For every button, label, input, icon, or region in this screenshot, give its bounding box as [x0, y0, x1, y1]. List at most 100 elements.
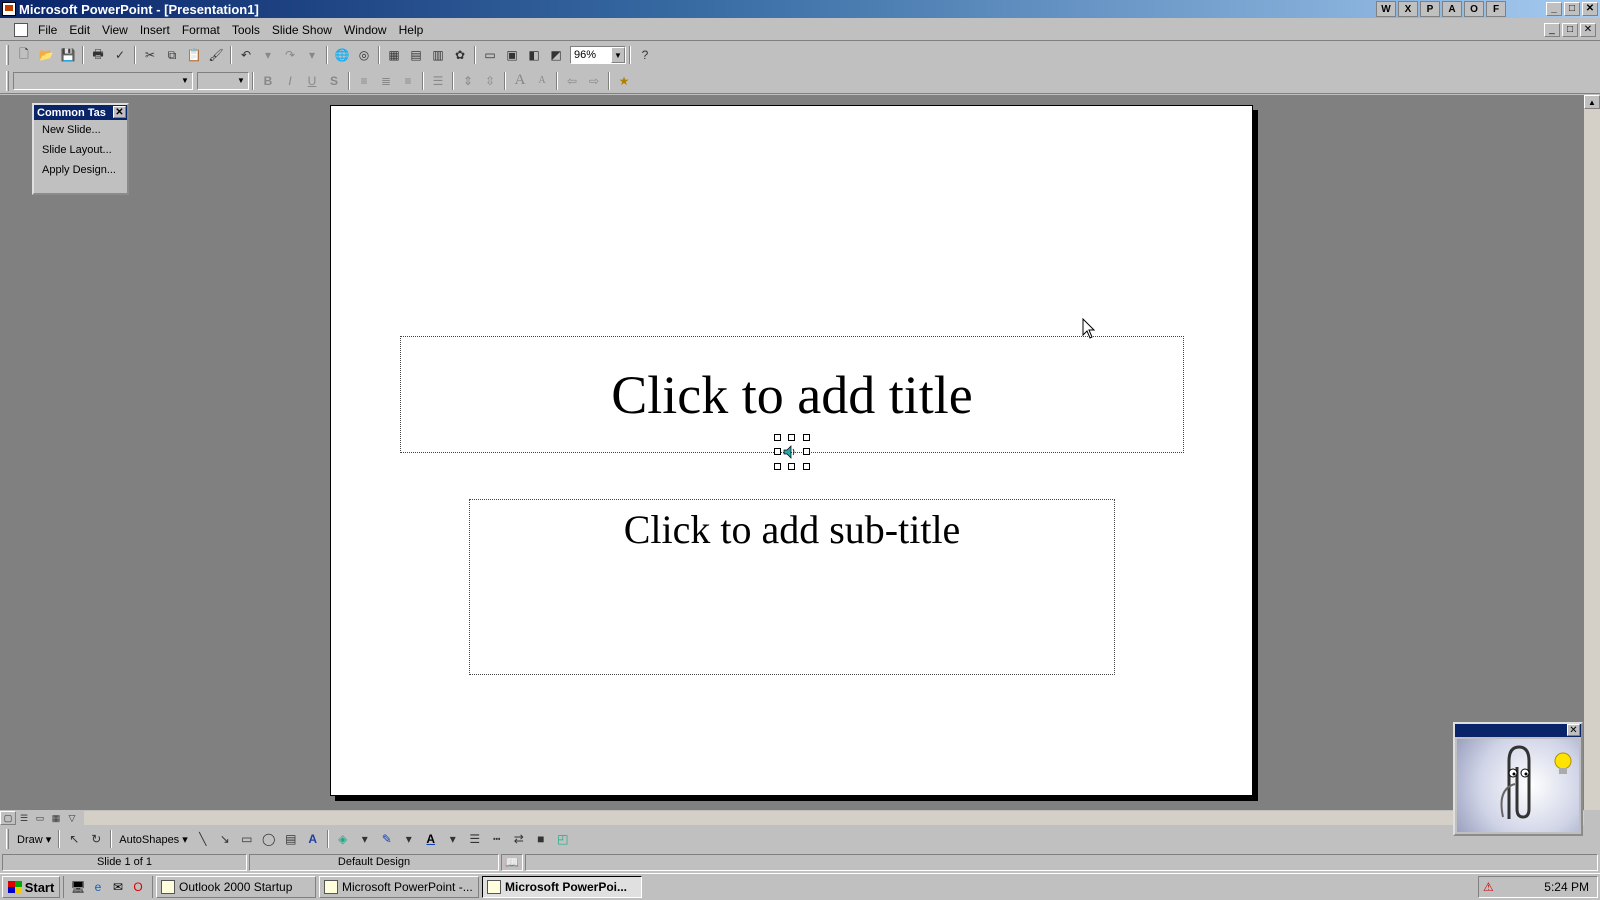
subtitle-placeholder[interactable]: Click to add sub-title	[469, 499, 1115, 675]
apply-design-button[interactable]: Apply Design...	[34, 160, 127, 180]
redo-dropdown-icon[interactable]: ▾	[301, 45, 323, 65]
office-shortcut-access-icon[interactable]: A	[1442, 1, 1462, 17]
text-box-icon[interactable]: ▤	[280, 829, 302, 849]
bold-button[interactable]: B	[257, 71, 279, 91]
menu-format[interactable]: Format	[176, 23, 226, 37]
sound-object[interactable]	[774, 434, 810, 470]
decrease-paragraph-spacing-icon[interactable]: ⇳	[479, 71, 501, 91]
3d-icon[interactable]: ◰	[552, 829, 574, 849]
tray-status-icon[interactable]: ⚠	[1483, 880, 1494, 894]
toolbar-grip[interactable]	[6, 70, 9, 91]
fill-color-dropdown-icon[interactable]: ▾	[354, 829, 376, 849]
zoom-dropdown-icon[interactable]: ▼	[611, 47, 625, 63]
vertical-scrollbar[interactable]: ▲	[1584, 95, 1600, 810]
copy-icon[interactable]: ⧉	[161, 45, 183, 65]
oval-icon[interactable]: ◯	[258, 829, 280, 849]
office-assistant[interactable]: ✕	[1453, 722, 1583, 836]
slide-show-view-icon[interactable]: ▽	[64, 811, 80, 825]
taskbar-outlook-startup[interactable]: Outlook 2000 Startup	[156, 876, 316, 898]
office-shortcut-excel-icon[interactable]: X	[1398, 1, 1418, 17]
normal-view-icon[interactable]: ▢	[0, 811, 16, 825]
document-minimize-button[interactable]: _	[1544, 23, 1560, 37]
assistant-title-bar[interactable]: ✕	[1455, 724, 1581, 737]
resize-handle[interactable]	[774, 463, 781, 470]
bullets-icon[interactable]: ☰	[427, 71, 449, 91]
menu-insert[interactable]: Insert	[134, 23, 176, 37]
internet-explorer-icon[interactable]: e	[90, 879, 106, 895]
line-icon[interactable]: ╲	[192, 829, 214, 849]
wordart-icon[interactable]: A	[302, 829, 324, 849]
draw-menu-button[interactable]: Draw ▾	[13, 833, 55, 846]
toolbar-grip[interactable]	[6, 829, 9, 849]
menu-edit[interactable]: Edit	[63, 23, 96, 37]
slide-layout-button[interactable]: Slide Layout...	[34, 140, 127, 160]
insert-chart-icon[interactable]: ▥	[427, 45, 449, 65]
cut-icon[interactable]: ✂	[139, 45, 161, 65]
align-right-icon[interactable]: ≡	[397, 71, 419, 91]
select-objects-icon[interactable]: ↖	[63, 829, 85, 849]
office-shortcut-outlook-icon[interactable]: O	[1464, 1, 1484, 17]
start-button[interactable]: Start	[2, 876, 60, 898]
grayscale-icon[interactable]: ◩	[545, 45, 567, 65]
minimize-button[interactable]: _	[1546, 2, 1562, 16]
font-name-dropdown-icon[interactable]: ▼	[178, 72, 192, 89]
format-painter-icon[interactable]: 🖌	[205, 45, 227, 65]
align-left-icon[interactable]: ≡	[353, 71, 375, 91]
toolbar-grip[interactable]	[6, 45, 9, 65]
clock[interactable]: 5:24 PM	[1544, 880, 1589, 894]
arrow-icon[interactable]: ↘	[214, 829, 236, 849]
resize-handle[interactable]	[788, 434, 795, 441]
demote-icon[interactable]: ⇨	[583, 71, 605, 91]
slide-view-icon[interactable]: ▭	[32, 811, 48, 825]
underline-button[interactable]: U	[301, 71, 323, 91]
shadow-icon[interactable]: ■	[530, 829, 552, 849]
show-desktop-icon[interactable]: 🖥	[70, 879, 86, 895]
zoom-select[interactable]: 96% ▼	[570, 46, 626, 64]
restore-button[interactable]: □	[1564, 2, 1580, 16]
scroll-up-icon[interactable]: ▲	[1584, 95, 1600, 109]
office-shortcut-powerpoint-icon[interactable]: P	[1420, 1, 1440, 17]
insert-clipart-icon[interactable]: ✿	[449, 45, 471, 65]
arrow-style-icon[interactable]: ⇄	[508, 829, 530, 849]
increase-font-size-icon[interactable]: A	[509, 71, 531, 91]
office-shortcut-frontpage-icon[interactable]: F	[1486, 1, 1506, 17]
opera-icon[interactable]: O	[130, 879, 146, 895]
italic-button[interactable]: I	[279, 71, 301, 91]
paste-icon[interactable]: 📋	[183, 45, 205, 65]
outline-view-icon[interactable]: ☰	[16, 811, 32, 825]
insert-table-icon[interactable]: ▦	[383, 45, 405, 65]
menu-view[interactable]: View	[96, 23, 134, 37]
new-slide-icon[interactable]: ▭	[479, 45, 501, 65]
redo-icon[interactable]: ↷	[279, 45, 301, 65]
rectangle-icon[interactable]: ▭	[236, 829, 258, 849]
slide-canvas[interactable]: Click to add title Click to add sub-titl…	[330, 105, 1253, 796]
taskbar-powerpoint-2[interactable]: Microsoft PowerPoi...	[482, 876, 642, 898]
print-icon[interactable]: 🖶	[87, 45, 109, 65]
resize-handle[interactable]	[774, 448, 781, 455]
animation-effects-icon[interactable]: ★	[613, 71, 635, 91]
document-restore-button[interactable]: □	[1562, 23, 1578, 37]
slide-sorter-view-icon[interactable]: ▦	[48, 811, 64, 825]
dash-style-icon[interactable]: ┅	[486, 829, 508, 849]
new-icon[interactable]: 🗋	[13, 45, 35, 65]
window-title-bar[interactable]: Microsoft PowerPoint - [Presentation1] W…	[0, 0, 1600, 18]
document-icon[interactable]	[14, 22, 28, 37]
outlook-express-icon[interactable]: ✉	[110, 879, 126, 895]
decrease-font-size-icon[interactable]: A	[531, 71, 553, 91]
font-color-icon[interactable]: A	[420, 829, 442, 849]
font-size-dropdown-icon[interactable]: ▼	[234, 72, 248, 89]
spelling-icon[interactable]: ✓	[109, 45, 131, 65]
font-size-select[interactable]: ▼	[197, 71, 249, 90]
line-color-dropdown-icon[interactable]: ▾	[398, 829, 420, 849]
increase-paragraph-spacing-icon[interactable]: ⇕	[457, 71, 479, 91]
assistant-character[interactable]	[1457, 739, 1579, 832]
apply-design-icon[interactable]: ◧	[523, 45, 545, 65]
free-rotate-icon[interactable]: ↻	[85, 829, 107, 849]
undo-icon[interactable]: ↶	[235, 45, 257, 65]
slide-layout-icon[interactable]: ▣	[501, 45, 523, 65]
horizontal-scrollbar[interactable]	[84, 811, 1584, 825]
new-slide-button[interactable]: New Slide...	[34, 120, 127, 140]
resize-handle[interactable]	[803, 448, 810, 455]
resize-handle[interactable]	[803, 463, 810, 470]
office-shortcut-word-icon[interactable]: W	[1376, 1, 1396, 17]
